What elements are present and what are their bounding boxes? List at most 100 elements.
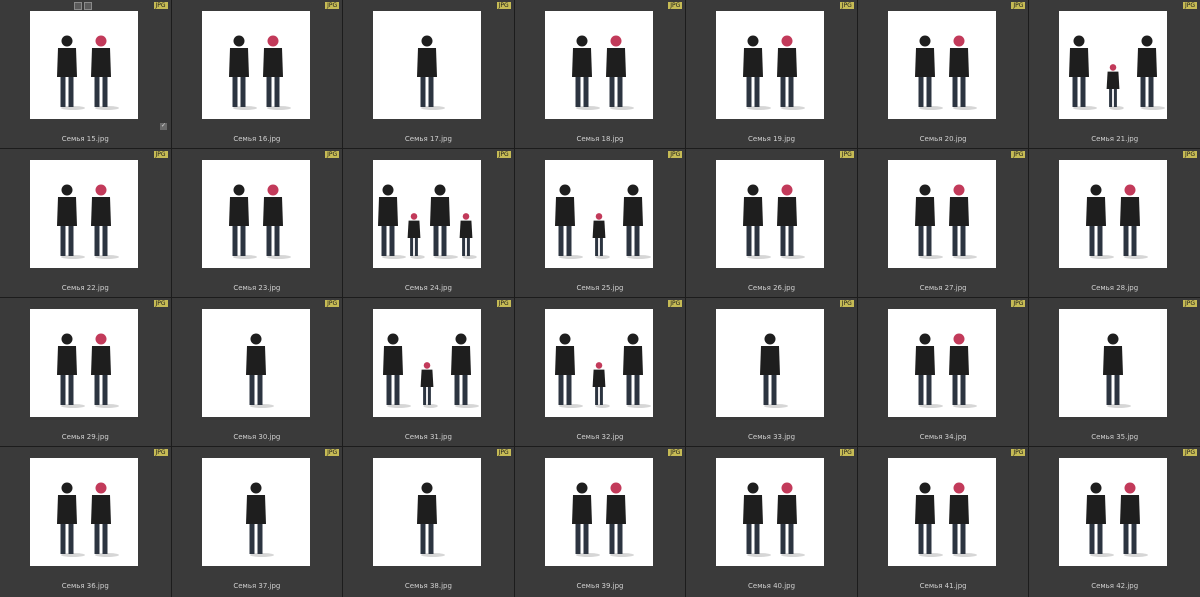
- thumbnail-image[interactable]: [201, 309, 310, 417]
- person-silhouette: [760, 333, 789, 408]
- person-silhouette: [91, 184, 119, 259]
- thumbnail-filename: Семья 42.jpg: [1091, 582, 1139, 590]
- person-silhouette: [592, 213, 610, 259]
- thumbnail-image[interactable]: [544, 309, 653, 417]
- thumbnail-image[interactable]: [373, 309, 482, 417]
- photo-preview: [760, 333, 789, 408]
- thumbnail-cell[interactable]: JPG Семья 16.jpg: [171, 0, 343, 148]
- thumbnail-cell[interactable]: JPG Семья 34.jpg: [857, 298, 1029, 446]
- person-silhouette: [383, 333, 412, 408]
- thumbnail-image[interactable]: [887, 458, 996, 566]
- thumbnail-cell[interactable]: JPG Семья 28.jpg: [1029, 149, 1200, 297]
- thumbnail-cell[interactable]: JPG Семья 36.jpg: [0, 447, 171, 597]
- person-silhouette: [571, 35, 600, 110]
- thumbnail-filename: Семья 18.jpg: [576, 135, 624, 143]
- person-silhouette: [914, 333, 943, 408]
- thumbnail-cell[interactable]: JPG Семья 22.jpg: [0, 149, 171, 297]
- checkbox-icon[interactable]: ✓: [160, 123, 167, 130]
- thumbnail-image[interactable]: [1059, 11, 1168, 119]
- file-type-badge: JPG: [1182, 151, 1197, 158]
- thumbnail-image[interactable]: [30, 11, 138, 119]
- thumbnail-image[interactable]: [201, 11, 310, 119]
- rating-icon[interactable]: [84, 2, 92, 10]
- thumbnail-cell[interactable]: JPG Семья 37.jpg: [171, 447, 343, 597]
- person-silhouette: [571, 482, 600, 557]
- person-silhouette: [262, 35, 291, 110]
- thumbnail-image[interactable]: [373, 11, 482, 119]
- photo-preview: [378, 184, 477, 259]
- person-silhouette: [1086, 482, 1115, 557]
- photo-preview: [57, 35, 119, 110]
- thumbnail-cell[interactable]: JPG Семья 21.jpg: [1029, 0, 1200, 148]
- thumbnail-cell[interactable]: JPG Семья 26.jpg: [686, 149, 857, 297]
- person-silhouette: [57, 482, 85, 557]
- thumbnail-cell[interactable]: JPG Семья 23.jpg: [171, 149, 343, 297]
- thumbnail-cell[interactable]: JPG Семья 39.jpg: [514, 447, 686, 597]
- person-silhouette: [459, 213, 477, 259]
- thumbnail-cell[interactable]: JPG Семья 25.jpg: [514, 149, 686, 297]
- thumbnail-cell[interactable]: JPG Семья 33.jpg: [686, 298, 857, 446]
- thumbnail-image[interactable]: [544, 458, 653, 566]
- thumbnail-image[interactable]: [716, 11, 825, 119]
- thumbnail-image[interactable]: [373, 160, 482, 268]
- thumbnail-cell[interactable]: JPG Семья 38.jpg: [343, 447, 514, 597]
- thumbnail-image[interactable]: [887, 11, 996, 119]
- thumbnail-cell[interactable]: JPG Семья 20.jpg: [857, 0, 1029, 148]
- person-silhouette: [57, 333, 85, 408]
- photo-preview: [571, 482, 634, 557]
- thumbnail-image[interactable]: [716, 458, 825, 566]
- person-silhouette: [245, 333, 274, 408]
- thumbnail-filename: Семья 23.jpg: [233, 284, 281, 292]
- thumbnail-cell[interactable]: JPG Семья 19.jpg: [686, 0, 857, 148]
- thumbnail-cell[interactable]: JPG Семья 17.jpg: [343, 0, 514, 148]
- thumbnail-filename: Семья 33.jpg: [748, 433, 796, 441]
- thumbnail-cell[interactable]: JPG Семья 24.jpg: [343, 149, 514, 297]
- thumbnail-cell[interactable]: JPG Семья 40.jpg: [686, 447, 857, 597]
- thumbnail-cell[interactable]: JPG Семья 30.jpg: [171, 298, 343, 446]
- thumbnail-image[interactable]: [30, 160, 138, 268]
- thumbnail-filename: Семья 27.jpg: [919, 284, 967, 292]
- thumbnail-image[interactable]: [1059, 160, 1168, 268]
- thumbnail-image[interactable]: [544, 160, 653, 268]
- thumbnail-filename: Семья 28.jpg: [1091, 284, 1139, 292]
- person-silhouette: [777, 482, 806, 557]
- thumbnail-cell[interactable]: JPG Семья 41.jpg: [857, 447, 1029, 597]
- thumbnail-cell[interactable]: JPG Семья 18.jpg: [514, 0, 686, 148]
- person-silhouette: [228, 35, 257, 110]
- thumbnail-filename: Семья 24.jpg: [404, 284, 452, 292]
- thumbnail-image[interactable]: [373, 458, 482, 566]
- thumbnail-image[interactable]: [887, 160, 996, 268]
- person-silhouette: [914, 35, 943, 110]
- thumbnail-image[interactable]: [887, 309, 996, 417]
- thumbnail-image[interactable]: [201, 160, 310, 268]
- person-silhouette: [378, 184, 407, 259]
- thumbnail-cell[interactable]: JPG Семья 15.jpg ✓: [0, 0, 171, 148]
- photo-preview: [1086, 482, 1149, 557]
- thumbnail-image[interactable]: [544, 11, 653, 119]
- thumbnail-cell[interactable]: JPG Семья 27.jpg: [857, 149, 1029, 297]
- person-silhouette: [430, 184, 459, 259]
- thumbnail-image[interactable]: [716, 160, 825, 268]
- thumbnail-cell[interactable]: JPG Семья 29.jpg: [0, 298, 171, 446]
- thumbnail-cell[interactable]: JPG Семья 31.jpg: [343, 298, 514, 446]
- photo-preview: [1086, 184, 1149, 259]
- thumbnail-image[interactable]: [1059, 309, 1168, 417]
- photo-preview: [417, 35, 446, 110]
- thumbnail-cell[interactable]: JPG Семья 35.jpg: [1029, 298, 1200, 446]
- thumbnail-filename: Семья 34.jpg: [919, 433, 967, 441]
- person-silhouette: [948, 35, 977, 110]
- checkbox-icon[interactable]: [74, 2, 82, 10]
- thumbnail-image[interactable]: [30, 309, 138, 417]
- thumbnail-filename: Семья 37.jpg: [233, 582, 281, 590]
- thumbnail-cell[interactable]: JPG Семья 32.jpg: [514, 298, 686, 446]
- thumbnail-grid: JPG Семья 15.jpg ✓ JPG Семья 16.jpg JPG Семья …: [0, 0, 1200, 597]
- thumbnail-image[interactable]: [716, 309, 825, 417]
- thumbnail-filename: Семья 16.jpg: [233, 135, 281, 143]
- person-silhouette: [743, 482, 772, 557]
- thumbnail-image[interactable]: [201, 458, 310, 566]
- person-silhouette: [743, 35, 772, 110]
- thumbnail-cell[interactable]: JPG Семья 42.jpg: [1029, 447, 1200, 597]
- thumbnail-image[interactable]: [30, 458, 138, 566]
- file-type-badge: JPG: [1011, 300, 1026, 307]
- thumbnail-image[interactable]: [1059, 458, 1168, 566]
